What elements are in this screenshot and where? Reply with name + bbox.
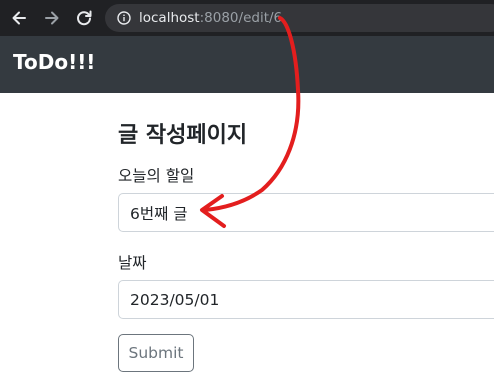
reload-icon <box>77 10 92 26</box>
forward-button[interactable] <box>40 6 64 30</box>
back-button[interactable] <box>7 6 31 30</box>
browser-toolbar: localhost:8080/edit/6 <box>0 0 494 36</box>
info-icon[interactable] <box>117 11 131 25</box>
address-bar[interactable]: localhost:8080/edit/6 <box>105 4 494 32</box>
todo-label: 오늘의 할일 <box>118 167 195 185</box>
page-title: 글 작성페이지 <box>118 123 248 148</box>
submit-button[interactable]: Submit <box>118 334 194 372</box>
brand-link[interactable]: ToDo!!! <box>13 50 95 74</box>
date-input[interactable]: 2023/05/01 <box>118 280 494 319</box>
url-text[interactable]: localhost:8080/edit/6 <box>139 10 282 26</box>
todo-input[interactable]: 6번째 글 <box>118 193 494 232</box>
url-host: localhost <box>139 10 200 26</box>
reload-button[interactable] <box>72 6 96 30</box>
back-arrow-icon <box>12 11 26 25</box>
forward-arrow-icon <box>45 11 59 25</box>
app-navbar: ToDo!!! <box>0 36 494 93</box>
date-label: 날짜 <box>118 254 147 272</box>
url-path: :8080/edit/6 <box>199 10 283 26</box>
